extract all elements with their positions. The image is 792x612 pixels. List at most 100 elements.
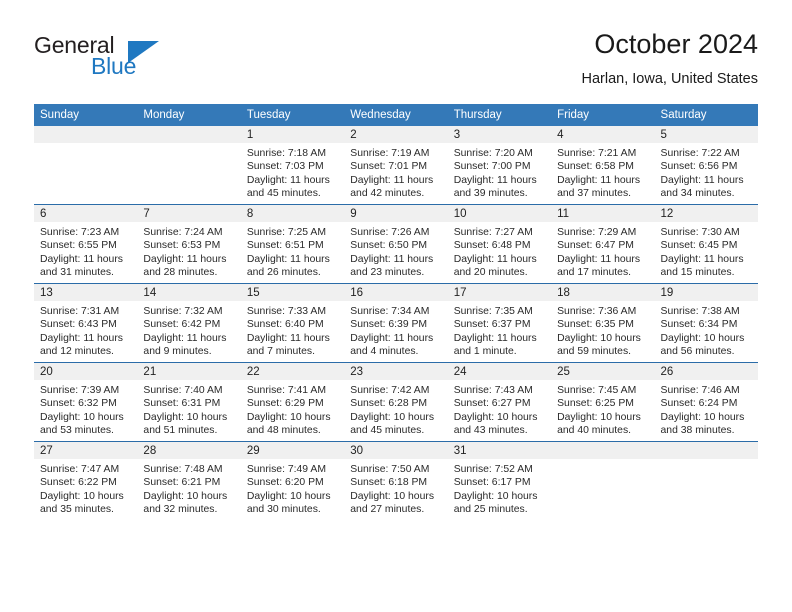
calendar-day-cell[interactable]: 25 Sunrise: 7:45 AM Sunset: 6:25 PM Dayligh… (551, 362, 655, 442)
day-number: 5 (654, 126, 758, 143)
daylight-text-line1: Daylight: 11 hours (660, 174, 744, 186)
calendar-day-cell[interactable]: 13 Sunrise: 7:31 AM Sunset: 6:43 PM Dayligh… (34, 283, 138, 363)
calendar-day-cell[interactable]: 10 Sunrise: 7:27 AM Sunset: 6:48 PM Dayligh… (447, 204, 552, 284)
sunrise-text: Sunrise: 7:34 AM (350, 306, 430, 317)
day-number: 10 (447, 205, 552, 222)
day-details: Sunrise: 7:31 AM Sunset: 6:43 PM Daylight:… (34, 301, 137, 359)
calendar-day-cell[interactable]: 9 Sunrise: 7:26 AM Sunset: 6:50 PM Daylight… (344, 204, 448, 284)
calendar-day-cell[interactable]: 31 Sunrise: 7:52 AM Sunset: 6:17 PM Dayligh… (447, 441, 552, 520)
daylight-text-line2: and 48 minutes. (246, 425, 321, 437)
calendar-day-cell[interactable]: 17 Sunrise: 7:35 AM Sunset: 6:37 PM Dayligh… (447, 283, 552, 363)
sunset-text: Sunset: 6:53 PM (143, 240, 221, 252)
sunrise-text: Sunrise: 7:31 AM (40, 306, 120, 317)
calendar-day-cell[interactable]: 6 Sunrise: 7:23 AM Sunset: 6:55 PM Daylight… (34, 204, 138, 284)
calendar-day-cell[interactable]: 2 Sunrise: 7:19 AM Sunset: 7:01 PM Daylight… (344, 126, 448, 205)
calendar-day-cell[interactable]: 27 Sunrise: 7:47 AM Sunset: 6:22 PM Dayligh… (34, 441, 138, 520)
day-content: 8 Sunrise: 7:25 AM Sunset: 6:51 PM Daylight… (240, 205, 345, 283)
daylight-text-line1: Daylight: 11 hours (246, 174, 330, 186)
daylight-text-line1: Daylight: 10 hours (453, 490, 538, 502)
day-details: Sunrise: 7:49 AM Sunset: 6:20 PM Daylight:… (241, 459, 344, 517)
calendar-week-row: 1 Sunrise: 7:18 AM Sunset: 7:03 PM Daylight… (34, 126, 758, 205)
calendar-day-cell[interactable]: 16 Sunrise: 7:34 AM Sunset: 6:39 PM Dayligh… (344, 283, 448, 363)
sunset-text: Sunset: 6:24 PM (660, 398, 738, 410)
sunset-text: Sunset: 6:17 PM (453, 477, 531, 489)
day-number: 30 (344, 442, 448, 459)
calendar-day-cell[interactable]: 21 Sunrise: 7:40 AM Sunset: 6:31 PM Dayligh… (137, 362, 241, 442)
day-details: Sunrise: 7:22 AM Sunset: 6:56 PM Daylight:… (655, 143, 758, 201)
calendar-day-cell[interactable]: 1 Sunrise: 7:18 AM Sunset: 7:03 PM Daylight… (240, 126, 345, 205)
calendar-day-cell[interactable]: 24 Sunrise: 7:43 AM Sunset: 6:27 PM Dayligh… (447, 362, 552, 442)
calendar-day-cell[interactable]: 5 Sunrise: 7:22 AM Sunset: 6:56 PM Daylight… (654, 126, 758, 205)
daylight-text-line1: Daylight: 10 hours (246, 411, 331, 423)
day-number: 31 (447, 442, 552, 459)
sunrise-text: Sunrise: 7:49 AM (246, 464, 326, 475)
day-content: 19 Sunrise: 7:38 AM Sunset: 6:34 PM Dayligh… (654, 284, 758, 362)
day-content: 21 Sunrise: 7:40 AM Sunset: 6:31 PM Dayligh… (137, 363, 241, 441)
day-content (654, 442, 758, 520)
calendar-day-cell[interactable]: 23 Sunrise: 7:42 AM Sunset: 6:28 PM Dayligh… (344, 362, 448, 442)
daylight-text-line2: and 31 minutes. (40, 267, 114, 279)
day-details: Sunrise: 7:45 AM Sunset: 6:25 PM Daylight:… (551, 380, 654, 438)
day-number: 4 (551, 126, 655, 143)
daylight-text-line2: and 20 minutes. (453, 267, 528, 279)
day-number: 18 (551, 284, 655, 301)
daylight-text-line2: and 28 minutes. (143, 267, 218, 279)
daylight-text-line1: Daylight: 11 hours (246, 332, 330, 344)
brand-logo[interactable]: General Blue (34, 32, 264, 92)
calendar-day-cell[interactable]: 28 Sunrise: 7:48 AM Sunset: 6:21 PM Dayligh… (137, 441, 241, 520)
sunrise-text: Sunrise: 7:25 AM (246, 227, 326, 238)
day-content: 25 Sunrise: 7:45 AM Sunset: 6:25 PM Dayligh… (551, 363, 655, 441)
day-number: 22 (240, 363, 345, 380)
calendar-day-cell[interactable]: 14 Sunrise: 7:32 AM Sunset: 6:42 PM Dayligh… (137, 283, 241, 363)
calendar-day-cell[interactable]: 26 Sunrise: 7:46 AM Sunset: 6:24 PM Dayligh… (654, 362, 758, 442)
daylight-text-line2: and 7 minutes. (246, 346, 316, 358)
daylight-text-line2: and 35 minutes. (40, 504, 114, 516)
title-block: October 2024 Harlan, Iowa, United States (581, 28, 758, 89)
sunset-text: Sunset: 6:29 PM (246, 398, 324, 410)
daylight-text-line1: Daylight: 11 hours (350, 174, 434, 186)
calendar-day-cell[interactable]: 7 Sunrise: 7:24 AM Sunset: 6:53 PM Daylight… (137, 204, 241, 284)
day-content: 22 Sunrise: 7:41 AM Sunset: 6:29 PM Dayligh… (240, 363, 345, 441)
calendar-day-cell[interactable]: 29 Sunrise: 7:49 AM Sunset: 6:20 PM Dayligh… (240, 441, 345, 520)
day-number: 11 (551, 205, 655, 222)
sunrise-text: Sunrise: 7:30 AM (660, 227, 740, 238)
day-number (551, 442, 655, 459)
sunrise-text: Sunrise: 7:43 AM (453, 385, 533, 396)
daylight-text-line1: Daylight: 11 hours (143, 253, 227, 265)
sunset-text: Sunset: 6:50 PM (350, 240, 428, 252)
calendar-day-cell[interactable]: 30 Sunrise: 7:50 AM Sunset: 6:18 PM Dayligh… (344, 441, 448, 520)
day-details: Sunrise: 7:38 AM Sunset: 6:34 PM Daylight:… (655, 301, 758, 359)
weekday-header-sunday: Sunday (34, 104, 138, 126)
calendar-day-cell[interactable]: 20 Sunrise: 7:39 AM Sunset: 6:32 PM Dayligh… (34, 362, 138, 442)
sunset-text: Sunset: 7:03 PM (246, 161, 324, 173)
calendar-day-cell[interactable]: 15 Sunrise: 7:33 AM Sunset: 6:40 PM Dayligh… (240, 283, 345, 363)
calendar-day-cell[interactable]: 8 Sunrise: 7:25 AM Sunset: 6:51 PM Daylight… (240, 204, 345, 284)
daylight-text-line2: and 17 minutes. (557, 267, 632, 279)
calendar-day-cell[interactable]: 3 Sunrise: 7:20 AM Sunset: 7:00 PM Daylight… (447, 126, 552, 205)
daylight-text-line2: and 45 minutes. (350, 425, 425, 437)
sunrise-text: Sunrise: 7:52 AM (453, 464, 533, 475)
daylight-text-line2: and 45 minutes. (246, 188, 321, 200)
calendar-day-cell[interactable]: 19 Sunrise: 7:38 AM Sunset: 6:34 PM Dayligh… (654, 283, 758, 363)
day-number: 29 (240, 442, 345, 459)
day-details: Sunrise: 7:47 AM Sunset: 6:22 PM Daylight:… (34, 459, 137, 517)
calendar-day-cell[interactable]: 4 Sunrise: 7:21 AM Sunset: 6:58 PM Daylight… (551, 126, 655, 205)
day-content: 9 Sunrise: 7:26 AM Sunset: 6:50 PM Daylight… (344, 205, 448, 283)
daylight-text-line2: and 26 minutes. (246, 267, 321, 279)
calendar-day-cell[interactable]: 11 Sunrise: 7:29 AM Sunset: 6:47 PM Dayligh… (551, 204, 655, 284)
sunset-text: Sunset: 6:55 PM (40, 240, 117, 252)
daylight-text-line2: and 53 minutes. (40, 425, 114, 437)
calendar-day-cell[interactable]: 12 Sunrise: 7:30 AM Sunset: 6:45 PM Dayligh… (654, 204, 758, 284)
daylight-text-line1: Daylight: 11 hours (557, 253, 641, 265)
sunrise-text: Sunrise: 7:18 AM (246, 148, 326, 159)
daylight-text-line1: Daylight: 10 hours (453, 411, 538, 423)
daylight-text-line1: Daylight: 10 hours (40, 490, 124, 502)
calendar-day-cell[interactable]: 22 Sunrise: 7:41 AM Sunset: 6:29 PM Dayligh… (240, 362, 345, 442)
sunset-text: Sunset: 6:20 PM (246, 477, 324, 489)
daylight-text-line2: and 42 minutes. (350, 188, 425, 200)
day-number: 19 (654, 284, 758, 301)
calendar-day-cell[interactable]: 18 Sunrise: 7:36 AM Sunset: 6:35 PM Dayligh… (551, 283, 655, 363)
day-number: 15 (240, 284, 345, 301)
day-details: Sunrise: 7:40 AM Sunset: 6:31 PM Daylight:… (137, 380, 240, 438)
daylight-text-line2: and 1 minute. (453, 346, 517, 358)
